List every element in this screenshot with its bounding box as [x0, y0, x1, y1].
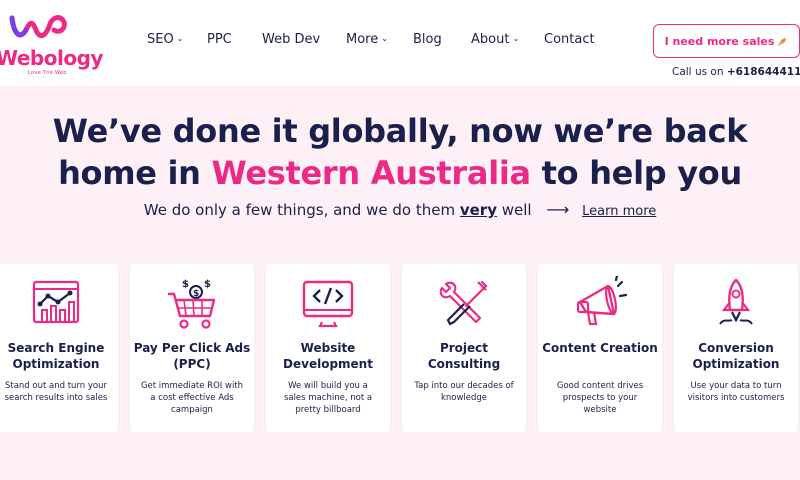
tools-icon — [439, 280, 488, 326]
service-card-ppc[interactable]: $ $ $ Pay Per Click Ads (PPC) Get immedi… — [130, 264, 254, 432]
chevron-down-icon: ⌄ — [512, 34, 520, 43]
logo-tagline: Love The Web — [28, 70, 67, 76]
seo-chart-icon — [32, 280, 80, 324]
code-monitor-icon — [302, 280, 354, 328]
hero-heading: We’ve done it globally, now we’re back h… — [0, 110, 800, 194]
nav-item-label: SEO — [147, 32, 174, 47]
nav-item-label: More — [346, 32, 379, 47]
webology-logo[interactable]: Webology Love The Web — [0, 10, 103, 76]
chevron-down-icon: ⌄ — [176, 34, 184, 43]
logo-mark-icon — [9, 15, 67, 39]
hero-subline: We do only a few things, and we do them … — [0, 200, 800, 219]
nav-item-label: PPC — [207, 32, 232, 47]
nav-item-web-dev[interactable]: Web Dev — [262, 32, 320, 47]
hero-line-2: home in Western Australia to help you — [0, 152, 800, 194]
service-card-content-creation[interactable]: Content Creation Good content drives pro… — [538, 264, 662, 432]
service-card-project-consulting[interactable]: Project Consulting Tap into our decades … — [402, 264, 526, 432]
rocket-launch-icon — [719, 278, 753, 325]
nav-item-seo[interactable]: SEO ⌄ — [147, 32, 183, 47]
service-description: Tap into our decades of knowledge — [414, 381, 514, 403]
learn-more-link[interactable]: Learn more — [582, 204, 656, 219]
phone-prefix: Call us on — [672, 66, 724, 78]
shopping-cart-icon: $ $ $ — [168, 279, 216, 329]
rocket-icon — [778, 37, 787, 46]
service-description: We will build you a sales machine, not a… — [283, 381, 373, 415]
hero-section: We’ve done it globally, now we’re back h… — [0, 86, 800, 480]
phone-contact: Call us on +61864441185 — [672, 66, 800, 78]
service-description: Good content drives prospects to your we… — [556, 381, 644, 415]
subline-end: well — [501, 201, 532, 219]
nav-item-about[interactable]: About ⌄ — [471, 32, 519, 47]
subline-emphasis: very — [459, 201, 497, 219]
nav-item-contact[interactable]: Contact — [544, 32, 595, 47]
service-card-conversion-optimization[interactable]: Conversion Optimization Use your data to… — [674, 264, 798, 432]
service-title: Website Development — [283, 341, 373, 371]
nav-item-ppc[interactable]: PPC — [207, 32, 232, 47]
logo-wordmark: Webology — [0, 46, 103, 70]
service-card-website-development[interactable]: Website Development We will build you a … — [266, 264, 390, 432]
nav-item-blog[interactable]: Blog — [413, 32, 442, 47]
hero-line-1: We’ve done it globally, now we’re back — [52, 112, 748, 150]
megaphone-icon — [576, 276, 628, 326]
hero-line-2-end: to help you — [541, 154, 743, 192]
nav-item-label: Web Dev — [262, 32, 321, 47]
svg-text:$: $ — [182, 279, 189, 290]
service-description: Use your data to turn visitors into cust… — [687, 381, 785, 403]
subline-start: We do only a few things, and we do them — [143, 201, 456, 219]
service-title: Conversion Optimization — [692, 341, 780, 371]
nav-item-label: About — [471, 32, 510, 47]
nav-item-more[interactable]: More ⌄ — [346, 32, 388, 47]
arrow-right-icon: ⟶ — [546, 200, 570, 219]
chevron-down-icon: ⌄ — [381, 34, 388, 43]
phone-number[interactable]: +61864441185 — [727, 66, 800, 78]
svg-text:$: $ — [204, 279, 211, 290]
cta-label: I need more sales — [664, 34, 775, 48]
service-description: Get immediate ROI with a cost effective … — [140, 381, 244, 415]
svg-text:$: $ — [193, 289, 199, 299]
hero-line-2-start: home in — [58, 154, 201, 192]
nav-item-label: Blog — [413, 32, 442, 47]
service-title: Project Consulting — [427, 341, 501, 371]
service-title: Content Creation — [542, 341, 658, 355]
service-title: Pay Per Click Ads (PPC) — [133, 341, 251, 371]
need-more-sales-button[interactable]: I need more sales — [653, 24, 800, 58]
service-title: Search Engine Optimization — [7, 341, 105, 371]
service-description: Stand out and turn your search results i… — [4, 381, 108, 403]
nav-item-label: Contact — [544, 32, 595, 47]
site-header: Webology Love The Web SEO ⌄ PPC Web Dev M… — [0, 0, 800, 86]
hero-highlight: Western Australia — [211, 154, 532, 192]
service-card-seo[interactable]: Search Engine Optimization Stand out and… — [0, 264, 118, 432]
